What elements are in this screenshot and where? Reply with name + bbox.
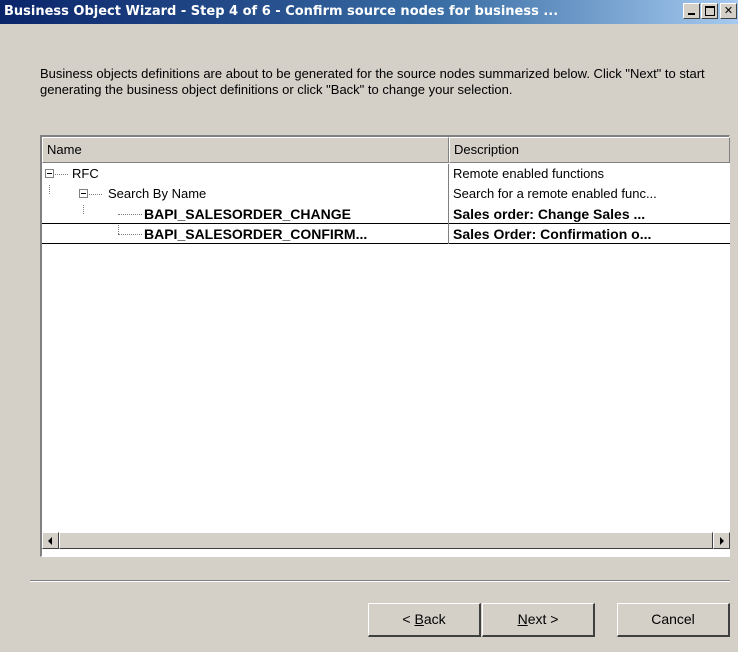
back-prefix: < (402, 611, 415, 627)
row-name-cell: RFC (42, 164, 449, 184)
tree-connector (83, 204, 84, 214)
next-accelerator: N (517, 611, 528, 627)
close-button[interactable]: ✕ (720, 3, 737, 19)
next-button[interactable]: Next > (482, 603, 595, 637)
row-description: Remote enabled functions (453, 166, 605, 181)
minus-box-icon[interactable] (79, 189, 88, 198)
column-header-description[interactable]: Description (449, 137, 730, 163)
tree-connector (118, 214, 142, 215)
row-label: Search By Name (108, 186, 207, 201)
row-name-cell: BAPI_SALESORDER_CONFIRM... (42, 224, 449, 244)
wizard-window: Business Object Wizard - Step 4 of 6 - C… (0, 0, 738, 652)
intro-text: Business objects definitions are about t… (40, 66, 705, 97)
horizontal-scrollbar[interactable] (42, 532, 730, 549)
tree-connector (89, 194, 102, 195)
row-description: Sales order: Change Sales ... (453, 206, 646, 222)
tree-row[interactable]: BAPI_SALESORDER_CHANGE Sales order: Chan… (42, 204, 730, 224)
cancel-button[interactable]: Cancel (617, 603, 730, 637)
tree-connector (55, 174, 68, 175)
back-accelerator: B (414, 611, 424, 627)
back-button[interactable]: < Back (368, 603, 481, 637)
row-label: BAPI_SALESORDER_CONFIRM... (144, 226, 368, 242)
row-description: Search for a remote enabled func... (453, 186, 657, 201)
tree-row[interactable]: RFC Remote enabled functions (42, 164, 730, 184)
close-icon: ✕ (723, 4, 734, 17)
tree-header: Name Description (42, 137, 730, 163)
tree-row[interactable]: BAPI_SALESORDER_CONFIRM... Sales Order: … (42, 224, 730, 244)
row-description: Sales Order: Confirmation o... (453, 226, 652, 242)
tree-connector (49, 184, 50, 194)
minimize-button[interactable] (683, 3, 700, 19)
tree-connector (118, 224, 119, 234)
maximize-icon (705, 6, 715, 16)
title-bar[interactable]: Business Object Wizard - Step 4 of 6 - C… (0, 0, 738, 24)
scroll-left-button[interactable] (42, 532, 59, 549)
row-label: RFC (72, 166, 99, 181)
arrow-right-icon (720, 537, 724, 545)
source-node-tree[interactable]: Name Description RFC Remote enabled func… (40, 135, 730, 557)
tree-row[interactable]: Search By Name Search for a remote enabl… (42, 184, 730, 204)
row-name-cell: BAPI_SALESORDER_CHANGE (42, 204, 449, 224)
column-header-name[interactable]: Name (42, 137, 449, 163)
divider (30, 580, 730, 582)
window-title: Business Object Wizard - Step 4 of 6 - C… (4, 4, 559, 19)
scroll-thumb[interactable] (59, 532, 713, 549)
maximize-button[interactable] (701, 3, 718, 19)
scroll-right-button[interactable] (713, 532, 730, 549)
row-label: BAPI_SALESORDER_CHANGE (144, 206, 351, 222)
row-name-cell: Search By Name (42, 184, 449, 204)
minus-box-icon[interactable] (45, 169, 54, 178)
back-label: ack (423, 611, 446, 627)
next-label: ext > (527, 611, 559, 627)
minimize-icon (688, 13, 695, 15)
tree-connector (118, 234, 142, 235)
arrow-left-icon (48, 537, 52, 545)
